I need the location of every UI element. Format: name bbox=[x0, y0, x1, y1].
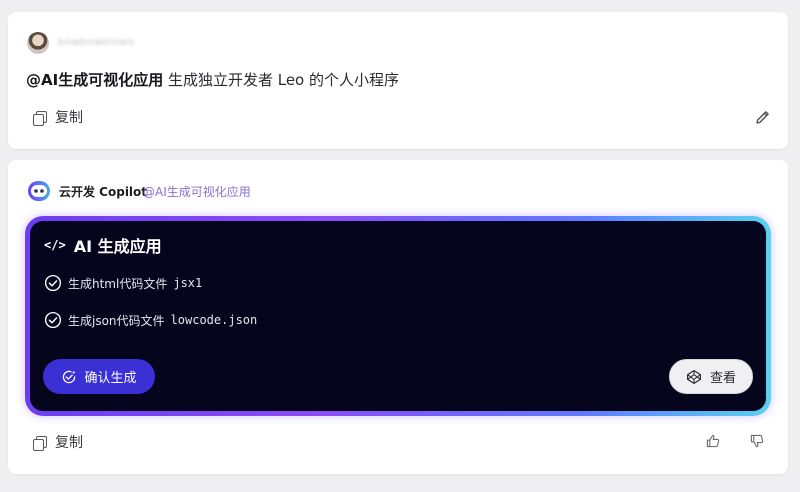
confirm-label: 确认生成 bbox=[84, 370, 137, 385]
step-file: lowcode.json bbox=[170, 313, 258, 327]
panel-title: </> AI 生成应用 bbox=[44, 233, 162, 257]
bot-name: 云开发 Copilot bbox=[59, 185, 148, 199]
bot-mention[interactable]: @AI生成可视化应用 bbox=[143, 183, 251, 200]
thumb-down-icon[interactable] bbox=[749, 433, 765, 449]
copy-button[interactable]: 复制 bbox=[33, 107, 83, 127]
confirm-generate-button[interactable]: 确认生成 bbox=[43, 359, 155, 394]
thumb-up-icon[interactable] bbox=[705, 433, 721, 449]
bot-message-card: 云开发 Copilot @AI生成可视化应用 </> AI 生成应用 生成htm… bbox=[8, 160, 788, 474]
copy-label: 复制 bbox=[55, 110, 83, 126]
step-item: 生成html代码文件 jsx1 bbox=[44, 274, 202, 292]
copy-button[interactable]: 复制 bbox=[33, 432, 83, 452]
panel-title-text: AI 生成应用 bbox=[73, 237, 162, 256]
view-button[interactable]: 查看 bbox=[669, 359, 753, 394]
magic-check-icon bbox=[63, 370, 77, 383]
user-message-card: bowbowblowo @AI生成可视化应用 生成独立开发者 Leo 的个人小程… bbox=[8, 12, 788, 149]
edit-icon[interactable] bbox=[754, 108, 772, 126]
generate-app-panel-frame: </> AI 生成应用 生成html代码文件 jsx1 生成json代码文件 l… bbox=[25, 216, 771, 416]
copy-icon bbox=[33, 110, 47, 126]
copy-label: 复制 bbox=[55, 435, 83, 451]
step-label: 生成html代码文件 bbox=[68, 276, 168, 291]
prompt-text: 生成独立开发者 Leo 的个人小程序 bbox=[163, 71, 400, 89]
check-circle-icon bbox=[44, 311, 62, 329]
username: bowbowblowo bbox=[58, 37, 135, 48]
view-label: 查看 bbox=[709, 370, 736, 385]
user-prompt: @AI生成可视化应用 生成独立开发者 Leo 的个人小程序 bbox=[26, 69, 399, 90]
user-avatar[interactable] bbox=[27, 32, 49, 54]
step-label: 生成json代码文件 bbox=[68, 313, 165, 328]
step-file: jsx1 bbox=[173, 276, 203, 290]
code-icon: </> bbox=[44, 238, 66, 252]
codepen-icon bbox=[686, 369, 701, 384]
generate-app-panel: </> AI 生成应用 生成html代码文件 jsx1 生成json代码文件 l… bbox=[30, 221, 766, 411]
bot-avatar-icon bbox=[28, 181, 50, 201]
check-circle-icon bbox=[44, 274, 62, 292]
prompt-mention[interactable]: @AI生成可视化应用 bbox=[26, 71, 163, 89]
step-item: 生成json代码文件 lowcode.json bbox=[44, 311, 257, 329]
copy-icon bbox=[33, 435, 47, 451]
